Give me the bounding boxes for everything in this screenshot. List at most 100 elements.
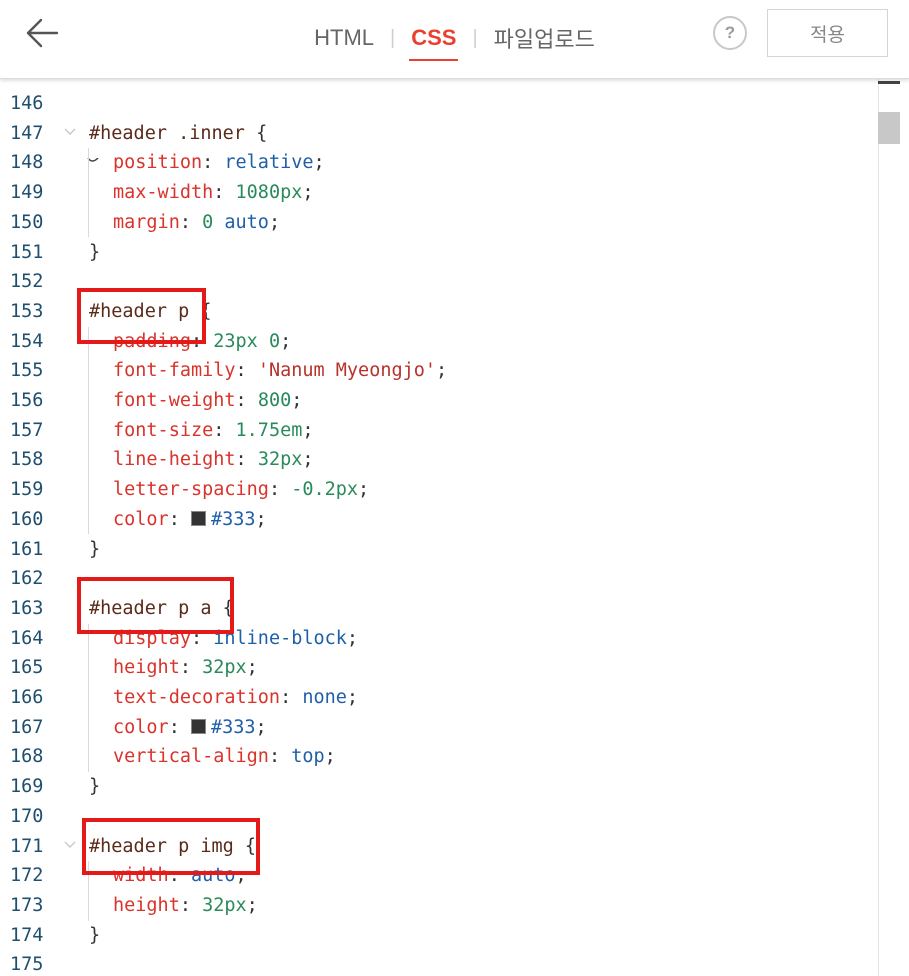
code-token: 23px 0 [213,330,281,352]
code-line[interactable]: 161} [0,535,878,565]
code-token: ; [302,182,314,204]
apply-button[interactable]: 적용 [767,9,888,57]
line-number: 168 [10,746,44,768]
code-line[interactable]: 166 text-decoration: none; [0,683,878,713]
fold-chevron-icon[interactable] [62,836,78,852]
code-text: max-width: 1080px; [113,178,314,208]
code-text: } [89,535,100,565]
code-token: ; [268,211,281,233]
code-token: ; [346,687,359,708]
line-number: 151 [10,241,44,263]
code-line[interactable]: 168 vertical-align: top; [0,742,878,772]
code-token: ; [280,330,292,352]
code-token: font-size [113,419,214,441]
vertical-scrollbar[interactable] [878,79,909,976]
line-number: 175 [10,954,44,976]
code-text: vertical-align: top; [113,742,336,772]
code-token: ; [302,449,314,471]
code-line[interactable]: 167 color: #333; [0,713,878,743]
code-token: none [302,687,347,708]
code-token: height [113,894,180,916]
code-token: ; [302,419,314,441]
code-token: line-height [113,449,236,471]
line-number: 163 [10,597,44,619]
line-number: 146 [10,93,44,114]
code-token: margin [113,211,180,233]
highlight-box-header-p-a [77,577,234,634]
code-token: #333 [210,508,256,530]
code-text: letter-spacing: -0.2px; [113,475,369,505]
code-text: #header .inner { [89,119,267,149]
code-token: 1.75em [235,419,303,441]
indent-guide [88,623,89,773]
code-line[interactable]: 156 font-weight: 800; [0,386,878,416]
code-line[interactable]: 169} [0,772,878,802]
code-token: max-width [113,182,214,204]
code-token: : [213,182,236,204]
code-line[interactable]: 147 #header .inner { [0,119,878,149]
code-token: ; [358,479,370,501]
line-number: 172 [10,865,44,887]
code-text: } [89,238,100,268]
code-text: color: #333; [113,713,267,743]
code-token: top [291,746,325,768]
code-line[interactable]: 174} [0,921,878,951]
help-icon[interactable]: ? [713,16,747,50]
line-number: 150 [10,211,44,233]
code-line[interactable]: 157 font-size: 1.75em; [0,416,878,446]
code-line[interactable]: 175 [0,950,878,976]
code-line[interactable]: 173 height: 32px; [0,891,878,921]
line-number: 162 [10,568,44,590]
code-token: } [89,924,101,946]
code-token: text-decoration [113,687,281,708]
code-token: #333 [210,716,256,738]
top-toolbar: HTML | CSS | 파일업로드 ? 적용 [0,0,909,79]
code-line[interactable]: 151} [0,238,878,268]
tab-separator: | [472,26,478,49]
code-line[interactable]: 148 position: relative; [0,148,878,178]
line-number: 173 [10,894,44,916]
code-token: ; [255,508,267,530]
color-swatch[interactable] [190,510,206,526]
tab-css[interactable]: CSS [409,25,459,61]
code-line[interactable]: 165 height: 32px; [0,653,878,683]
code-token: height [113,657,180,679]
code-line[interactable]: 146 [0,89,878,119]
code-token: 32px [202,657,247,679]
code-token: 32px [202,894,247,916]
line-number: 169 [10,776,44,798]
code-text: height: 32px; [113,891,258,921]
code-line[interactable]: 150 margin: 0 auto; [0,208,878,238]
code-token: : [202,152,225,174]
tab-html[interactable]: HTML [312,25,376,51]
code-line[interactable]: 160 color: #333; [0,505,878,535]
line-number: 174 [10,924,44,946]
color-swatch[interactable] [190,718,206,734]
scrollbar-thumb[interactable] [878,112,900,144]
code-token: : [168,508,191,530]
line-number: 157 [10,419,44,441]
code-token: #header .inner [89,122,245,144]
code-token: 32px [257,449,303,471]
code-line[interactable]: 159 letter-spacing: -0.2px; [0,475,878,505]
code-token: color [113,508,169,530]
code-token: ; [246,657,258,679]
tab-file-upload[interactable]: 파일업로드 [492,22,597,54]
fold-chevron-icon[interactable] [62,123,78,139]
line-number: 152 [10,271,44,293]
code-text: font-family: 'Nanum Myeongjo'; [113,356,447,386]
line-number: 166 [10,687,44,708]
line-number: 156 [10,390,44,411]
code-token: -0.2px [291,479,359,501]
code-text: font-size: 1.75em; [113,416,314,446]
code-token: position [113,152,203,174]
code-text: height: 32px; [113,653,258,683]
code-line[interactable]: 149 max-width: 1080px; [0,178,878,208]
code-token: 800 [257,390,292,411]
code-line[interactable]: 155 font-family: 'Nanum Myeongjo'; [0,356,878,386]
line-number: 153 [10,300,44,322]
code-token: } [89,776,101,798]
code-line[interactable]: 158 line-height: 32px; [0,445,878,475]
code-token: auto [213,211,269,233]
code-token: ; [324,746,336,768]
